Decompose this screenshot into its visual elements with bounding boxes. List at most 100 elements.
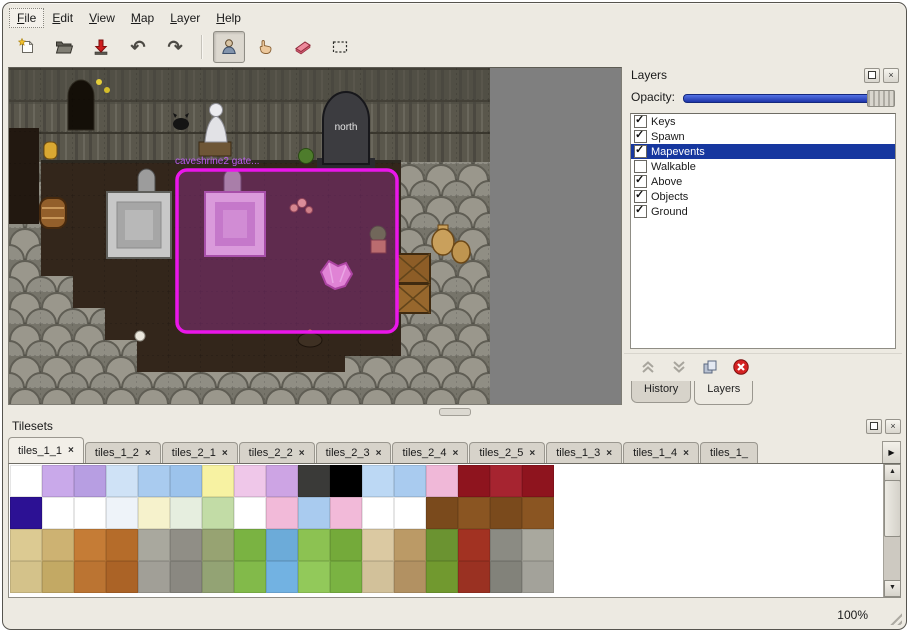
tileset-tile[interactable] <box>170 497 202 529</box>
tileset-tile[interactable] <box>298 561 330 593</box>
close-tab-icon[interactable]: × <box>529 448 535 459</box>
menu-layer[interactable]: Layer <box>162 8 208 28</box>
tileset-tile[interactable] <box>490 465 522 497</box>
layer-row-keys[interactable]: ✓Keys <box>631 114 895 129</box>
tileset-tile[interactable] <box>10 529 42 561</box>
tileset-tile[interactable] <box>42 465 74 497</box>
scroll-up-button[interactable]: ▲ <box>884 464 901 481</box>
tileset-vertical-scrollbar[interactable]: ▲ ▼ <box>883 464 900 597</box>
tileset-tile[interactable] <box>106 497 138 529</box>
tileset-tile[interactable] <box>74 561 106 593</box>
layer-row-above[interactable]: ✓Above <box>631 174 895 189</box>
tileset-tile[interactable] <box>394 529 426 561</box>
layer-visibility-checkbox[interactable]: ✓ <box>634 190 647 203</box>
menu-edit[interactable]: Edit <box>44 8 81 28</box>
redo-button[interactable]: ↷ <box>159 31 191 63</box>
tileset-tile[interactable] <box>298 529 330 561</box>
tileset-tile[interactable] <box>138 465 170 497</box>
tileset-tile[interactable] <box>330 497 362 529</box>
tileset-tile[interactable] <box>170 529 202 561</box>
select-tool-button[interactable] <box>324 31 356 63</box>
menu-view[interactable]: View <box>81 8 123 28</box>
tileset-tile[interactable] <box>362 465 394 497</box>
tileset-tile[interactable] <box>234 497 266 529</box>
tileset-tile[interactable] <box>202 529 234 561</box>
tileset-tile[interactable] <box>362 529 394 561</box>
tileset-tab-tiles_2_2[interactable]: tiles_2_2× <box>239 442 315 463</box>
layer-visibility-checkbox[interactable] <box>634 160 647 173</box>
tileset-tile[interactable] <box>458 497 490 529</box>
tileset-tab-tiles_2_4[interactable]: tiles_2_4× <box>392 442 468 463</box>
tileset-tile[interactable] <box>298 497 330 529</box>
tileset-tile[interactable] <box>426 561 458 593</box>
panel-tab-history[interactable]: History <box>631 381 691 403</box>
tileset-tab-tiles_2_3[interactable]: tiles_2_3× <box>316 442 392 463</box>
menu-help[interactable]: Help <box>208 8 249 28</box>
tileset-tile[interactable] <box>522 497 554 529</box>
undo-button[interactable]: ↶ <box>122 31 154 63</box>
tileset-tile[interactable] <box>490 561 522 593</box>
splitter-grip[interactable] <box>439 408 471 416</box>
event-tool-button[interactable] <box>213 31 245 63</box>
map-selection[interactable] <box>177 170 397 332</box>
panel-tab-layers[interactable]: Layers <box>694 381 753 405</box>
close-panel-button[interactable]: × <box>885 419 901 434</box>
tileset-tile[interactable] <box>266 465 298 497</box>
splitter-horizontal[interactable] <box>3 407 906 416</box>
duplicate-layer-button[interactable] <box>700 357 720 377</box>
layer-visibility-checkbox[interactable]: ✓ <box>634 115 647 128</box>
tileset-tile[interactable] <box>330 561 362 593</box>
tileset-tile[interactable] <box>394 465 426 497</box>
close-tab-icon[interactable]: × <box>68 445 74 456</box>
tileset-tile[interactable] <box>138 561 170 593</box>
tileset-tile[interactable] <box>138 497 170 529</box>
close-tab-icon[interactable]: × <box>606 448 612 459</box>
tileset-tile[interactable] <box>10 561 42 593</box>
close-tab-icon[interactable]: × <box>683 448 689 459</box>
tileset-tile[interactable] <box>266 561 298 593</box>
tileset-tile[interactable] <box>426 497 458 529</box>
tileset-tile[interactable] <box>138 529 170 561</box>
tileset-tile[interactable] <box>394 561 426 593</box>
tab-scroll-right-button[interactable]: ▶ <box>882 441 901 464</box>
tileset-tile[interactable] <box>490 529 522 561</box>
tileset-tile[interactable] <box>170 561 202 593</box>
tileset-tab-tiles_1_4[interactable]: tiles_1_4× <box>623 442 699 463</box>
opacity-slider[interactable] <box>683 89 895 106</box>
tileset-view[interactable]: ▲ ▼ <box>8 463 901 598</box>
tileset-tile[interactable] <box>234 529 266 561</box>
layer-row-mapevents[interactable]: ✓Mapevents <box>631 144 895 159</box>
scroll-down-button[interactable]: ▼ <box>884 580 901 597</box>
raise-layer-button[interactable] <box>638 357 658 377</box>
tileset-tile[interactable] <box>106 561 138 593</box>
close-tab-icon[interactable]: × <box>299 448 305 459</box>
layer-row-spawn[interactable]: ✓Spawn <box>631 129 895 144</box>
tileset-tab-tiles_2_1[interactable]: tiles_2_1× <box>162 442 238 463</box>
layer-visibility-checkbox[interactable]: ✓ <box>634 145 647 158</box>
tileset-tile[interactable] <box>74 497 106 529</box>
eraser-tool-button[interactable] <box>287 31 319 63</box>
tileset-tile[interactable] <box>106 465 138 497</box>
tileset-tab-tiles_1_2[interactable]: tiles_1_2× <box>85 442 161 463</box>
tileset-tile[interactable] <box>234 561 266 593</box>
menu-map[interactable]: Map <box>123 8 162 28</box>
tileset-tile[interactable] <box>234 465 266 497</box>
tileset-tile[interactable] <box>106 529 138 561</box>
tileset-tile[interactable] <box>522 529 554 561</box>
open-button[interactable] <box>48 31 80 63</box>
tileset-tile[interactable] <box>522 561 554 593</box>
tileset-tile[interactable] <box>330 465 362 497</box>
tileset-tile[interactable] <box>490 497 522 529</box>
layer-row-walkable[interactable]: Walkable <box>631 159 895 174</box>
brush-tool-button[interactable] <box>250 31 282 63</box>
layer-visibility-checkbox[interactable]: ✓ <box>634 175 647 188</box>
tileset-tile[interactable] <box>458 561 490 593</box>
tileset-tab-tiles_1_[interactable]: tiles_1_ <box>700 442 758 463</box>
close-tab-icon[interactable]: × <box>222 448 228 459</box>
delete-layer-button[interactable] <box>731 357 751 377</box>
tileset-tile[interactable] <box>10 465 42 497</box>
tileset-tile[interactable] <box>42 497 74 529</box>
tileset-tile[interactable] <box>458 529 490 561</box>
tileset-tile[interactable] <box>202 465 234 497</box>
tileset-tab-tiles_2_5[interactable]: tiles_2_5× <box>469 442 545 463</box>
